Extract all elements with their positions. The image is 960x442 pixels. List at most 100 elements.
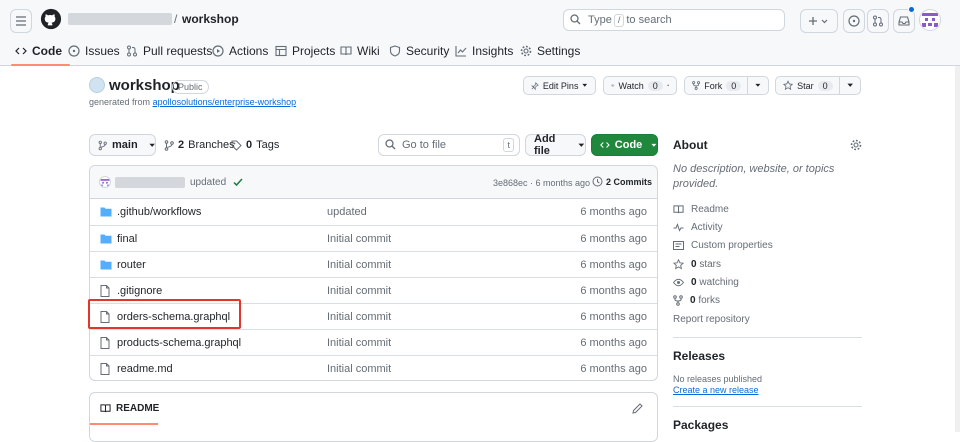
go-to-file-input[interactable]: Go to file t xyxy=(378,134,520,156)
fork-count: 0 xyxy=(726,80,742,91)
watch-label: Watch xyxy=(618,80,644,91)
commit-message[interactable]: updated xyxy=(190,177,226,188)
plus-icon xyxy=(809,17,828,25)
search-input[interactable]: Type / to search xyxy=(563,9,785,31)
edit-pins-button[interactable]: Edit Pins xyxy=(523,76,596,95)
file-name-link[interactable]: .gitignore xyxy=(117,285,162,297)
file-icon xyxy=(100,337,110,349)
tab-code[interactable]: Code xyxy=(11,40,70,66)
chevron-down-icon xyxy=(847,83,853,87)
commits-label: 2 Commits xyxy=(606,176,653,187)
activity-link[interactable]: Activity xyxy=(673,222,723,233)
identicon-icon xyxy=(100,179,110,187)
readme-tab[interactable]: README xyxy=(100,403,159,414)
pull-requests-button[interactable] xyxy=(867,9,889,33)
commits-link[interactable]: 2 Commits xyxy=(592,176,652,187)
tab-projects[interactable]: Projects xyxy=(275,40,335,66)
search-shortcut-key: / xyxy=(613,14,625,27)
eye-icon xyxy=(611,84,615,87)
file-commit-message[interactable]: Initial commit xyxy=(327,259,391,271)
gear-icon[interactable] xyxy=(850,139,862,151)
create-new-button[interactable] xyxy=(800,9,838,33)
code-icon xyxy=(15,47,27,55)
forks-label: forks xyxy=(698,295,721,306)
star-button[interactable]: Star 0 xyxy=(775,76,861,95)
search-suffix: to search xyxy=(626,14,672,26)
button-divider xyxy=(839,77,840,94)
file-commit-date: 6 months ago xyxy=(580,337,647,349)
folder-icon xyxy=(100,207,112,217)
tags-link[interactable]: 0 Tags xyxy=(231,139,279,151)
book-icon xyxy=(340,46,352,56)
releases-heading[interactable]: Releases xyxy=(673,349,725,363)
star-icon xyxy=(673,259,684,270)
header-repo-name[interactable]: workshop xyxy=(182,12,239,26)
menu-button[interactable] xyxy=(10,9,32,33)
global-header: / workshop Type / to search Code Issues … xyxy=(0,0,960,66)
visibility-badge: Public xyxy=(172,80,209,94)
owner-name-redacted[interactable] xyxy=(68,13,172,25)
report-label: Report repository xyxy=(673,314,750,325)
branches-count: 2 xyxy=(178,139,185,151)
readme-link[interactable]: Readme xyxy=(673,204,729,215)
file-name-link[interactable]: router xyxy=(117,259,146,271)
packages-heading[interactable]: Packages xyxy=(673,418,728,432)
readme-panel: README xyxy=(89,392,658,442)
stars-link[interactable]: 0 stars xyxy=(673,259,721,270)
tab-pull-requests[interactable]: Pull requests xyxy=(126,40,212,66)
commit-hash-time[interactable]: 3e868ec · 6 months ago xyxy=(493,178,590,188)
repo-title[interactable]: workshop xyxy=(109,77,180,94)
generated-prefix: generated from xyxy=(89,97,151,107)
file-name-link[interactable]: readme.md xyxy=(117,363,173,375)
create-release-link[interactable]: Create a new release xyxy=(673,385,759,395)
file-commit-message[interactable]: Initial commit xyxy=(327,311,391,323)
tab-issues[interactable]: Issues xyxy=(68,40,120,66)
file-commit-message[interactable]: Initial commit xyxy=(327,337,391,349)
tab-insights[interactable]: Insights xyxy=(455,40,513,66)
forks-link[interactable]: 0 forks xyxy=(673,295,720,306)
pencil-icon[interactable] xyxy=(632,403,643,414)
chevron-down-icon xyxy=(755,83,761,87)
tab-actions[interactable]: Actions xyxy=(212,40,268,66)
tab-wiki[interactable]: Wiki xyxy=(340,40,380,66)
edit-pins-label: Edit Pins xyxy=(542,80,579,91)
template-repo-link[interactable]: apollosolutions/enterprise-workshop xyxy=(153,97,297,107)
tab-security[interactable]: Security xyxy=(389,40,449,66)
search-icon xyxy=(385,139,396,150)
code-dropdown-button[interactable]: Code xyxy=(591,134,658,156)
graph-icon xyxy=(455,46,467,57)
watching-link[interactable]: 0 watching xyxy=(673,277,739,288)
book-icon xyxy=(100,404,111,413)
file-name-link[interactable]: final xyxy=(117,233,137,245)
committer-name-redacted[interactable] xyxy=(115,177,185,188)
file-commit-message[interactable]: Initial commit xyxy=(327,363,391,375)
file-name-link[interactable]: .github/workflows xyxy=(117,206,201,218)
add-file-button[interactable]: Add file xyxy=(525,133,586,157)
pin-icon xyxy=(531,81,539,90)
check-icon[interactable] xyxy=(233,177,243,187)
book-icon xyxy=(673,205,684,214)
branch-selector[interactable]: main xyxy=(89,134,156,156)
file-commit-message[interactable]: Initial commit xyxy=(327,285,391,297)
file-commit-date: 6 months ago xyxy=(580,363,647,375)
file-commit-message[interactable]: Initial commit xyxy=(327,233,391,245)
committer-avatar[interactable] xyxy=(99,176,111,188)
file-row: readme.md Initial commit 6 months ago xyxy=(90,355,657,380)
custom-properties-link[interactable]: Custom properties xyxy=(673,240,773,251)
report-repository-link[interactable]: Report repository xyxy=(673,314,750,325)
file-commit-message[interactable]: updated xyxy=(327,206,367,218)
page-scrollbar-track[interactable] xyxy=(955,66,960,432)
file-icon-wrap xyxy=(100,363,110,378)
watch-button[interactable]: Watch 0 xyxy=(603,76,677,95)
issues-button[interactable] xyxy=(843,9,865,33)
file-icon xyxy=(100,285,110,297)
activity-label: Activity xyxy=(691,222,723,233)
tag-icon xyxy=(231,140,242,151)
file-commit-date: 6 months ago xyxy=(580,311,647,323)
fork-button[interactable]: Fork 0 xyxy=(684,76,769,95)
user-avatar[interactable] xyxy=(919,9,941,31)
branches-link[interactable]: 2 Branches xyxy=(164,139,235,151)
tab-settings[interactable]: Settings xyxy=(520,40,580,66)
file-name-link[interactable]: products-schema.graphql xyxy=(117,337,241,349)
github-logo-icon[interactable] xyxy=(40,8,62,30)
